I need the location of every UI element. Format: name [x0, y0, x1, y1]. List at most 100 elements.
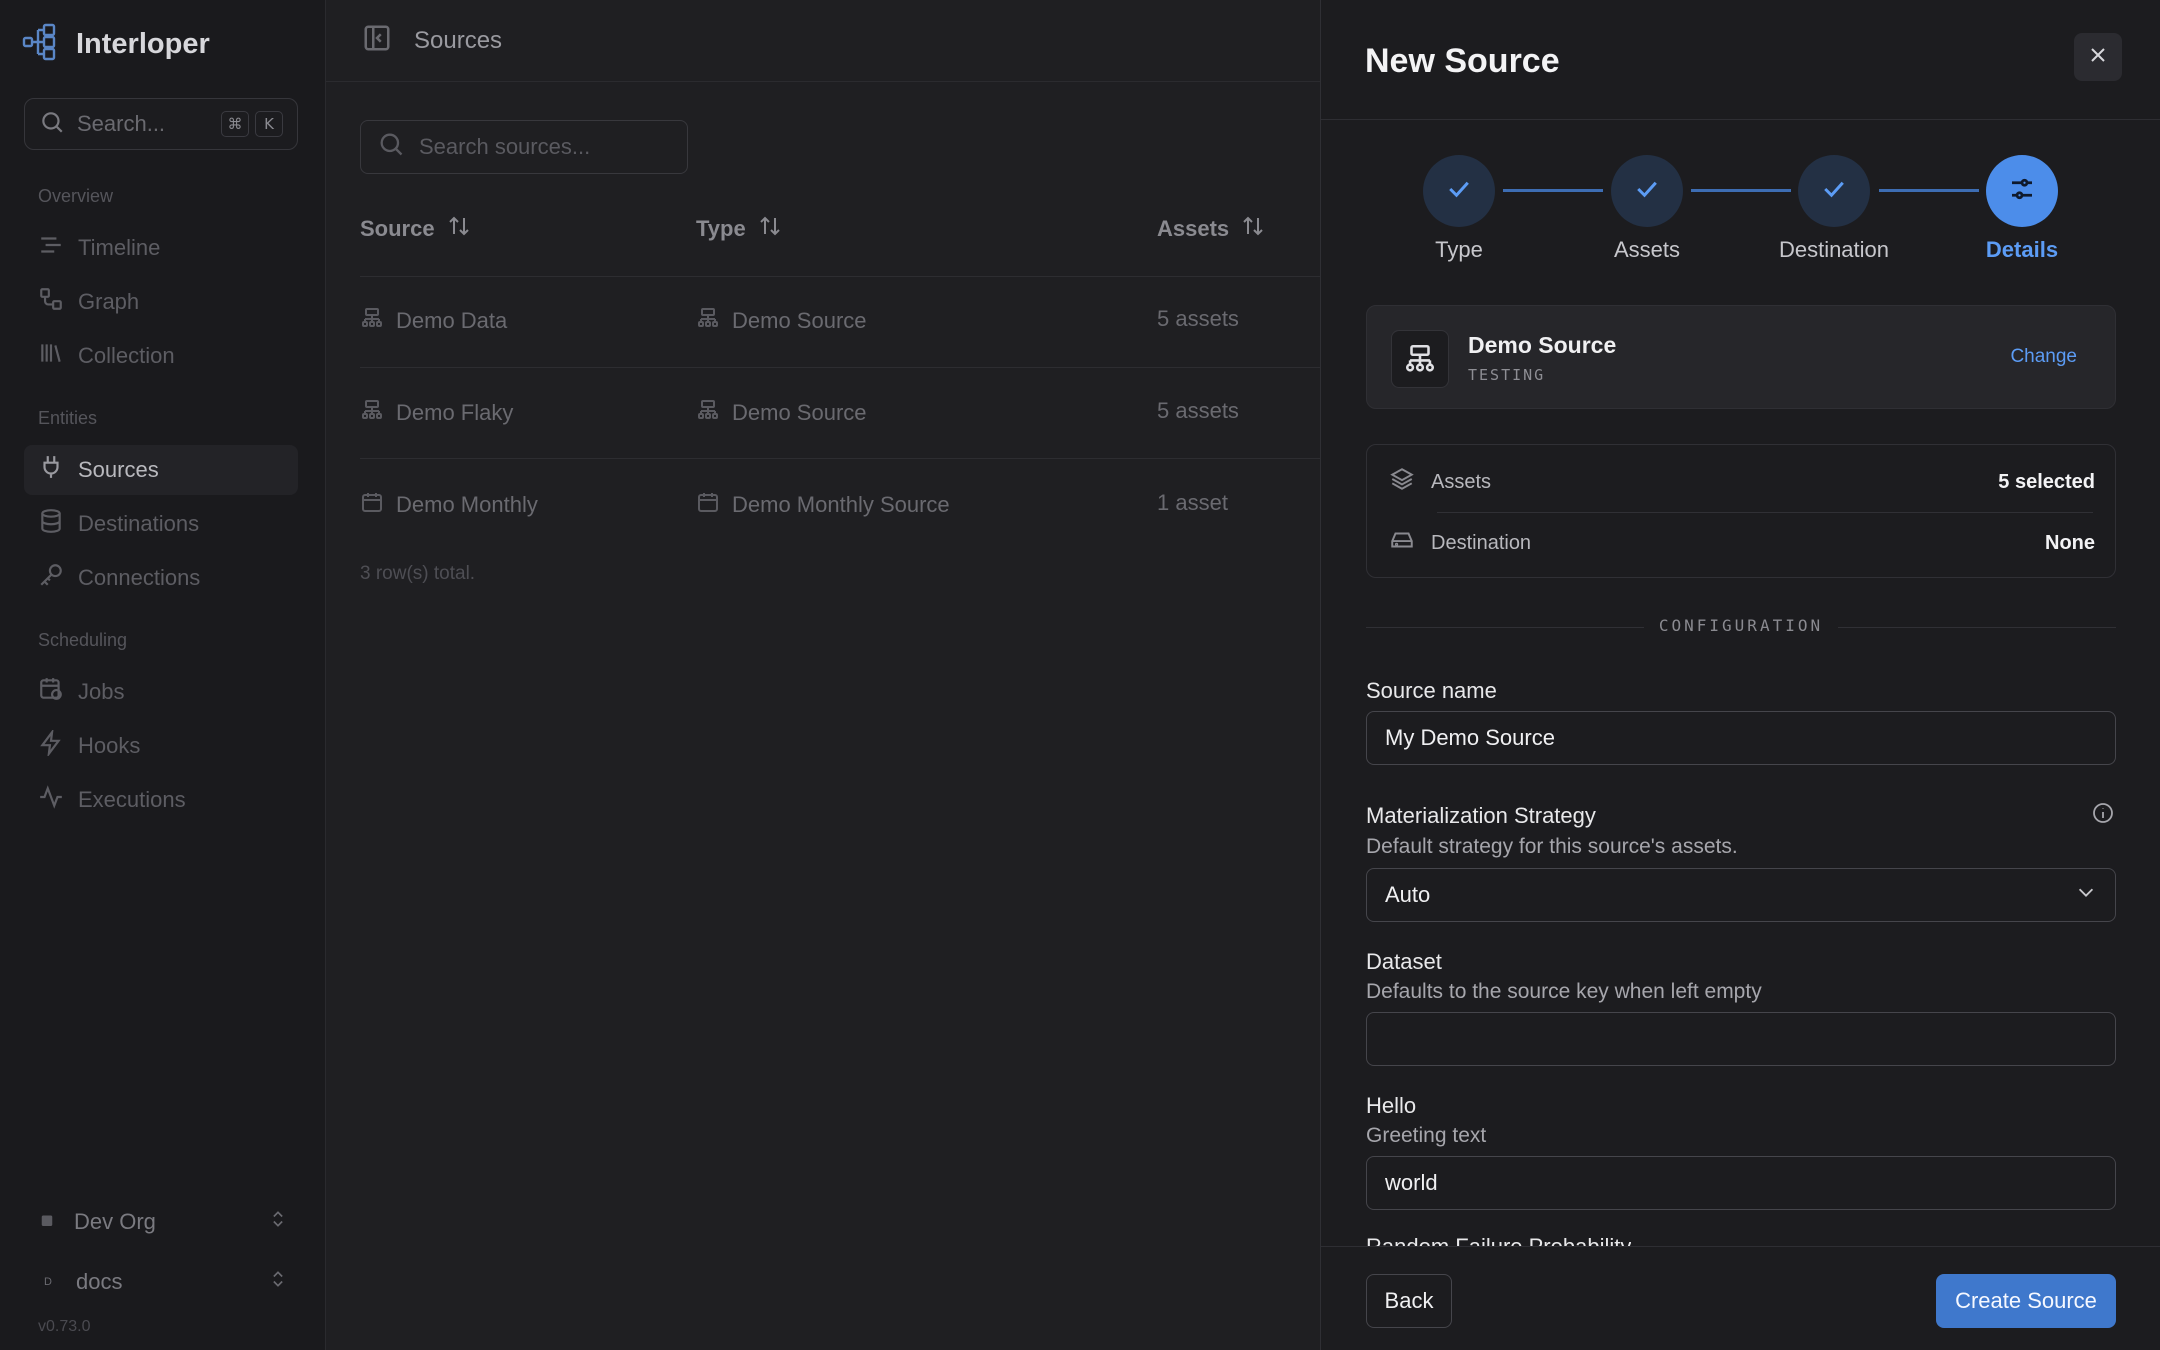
info-icon[interactable] — [2091, 801, 2115, 830]
dataset-label: Dataset — [1366, 949, 1442, 974]
step-label: Destination — [1778, 237, 1890, 262]
close-icon — [2086, 43, 2110, 72]
sidebar-item-jobs[interactable]: Jobs — [24, 667, 298, 717]
search-icon — [377, 130, 405, 164]
network-logo-icon — [22, 22, 64, 67]
step-circle — [1986, 155, 2058, 227]
strategy-value: Auto — [1385, 882, 1431, 907]
network-icon — [696, 306, 720, 336]
sidebar-item-label: Graph — [78, 289, 140, 314]
sliders-icon — [2007, 174, 2037, 209]
cell-assets: 5 assets — [1157, 398, 1239, 423]
drawer-footer: Back Create Source — [1321, 1246, 2160, 1350]
strategy-select[interactable]: Auto — [1366, 868, 2116, 922]
chevron-down-icon — [2075, 881, 2097, 909]
column-header-source[interactable]: Source — [360, 214, 471, 244]
workspace-name: docs — [76, 1269, 123, 1294]
sources-search-input[interactable]: Search sources... — [360, 120, 688, 174]
strategy-help: Default strategy for this source's asset… — [1366, 835, 1738, 858]
sidebar-item-label: Hooks — [78, 733, 141, 758]
hello-help: Greeting text — [1366, 1124, 1487, 1147]
column-label: Type — [696, 216, 746, 241]
dataset-input[interactable] — [1366, 1012, 2116, 1066]
graph-icon — [38, 286, 64, 318]
source-type: Demo Source — [732, 308, 867, 333]
divider — [360, 276, 1360, 277]
row-count: 3 row(s) total. — [360, 563, 476, 584]
dataset-help: Defaults to the source key when left emp… — [1366, 980, 1762, 1003]
change-source-link[interactable]: Change — [2010, 346, 2077, 368]
hello-input[interactable]: world — [1366, 1156, 2116, 1210]
nav-group-scheduling: Scheduling — [38, 630, 128, 650]
sidebar-item-hooks[interactable]: Hooks — [24, 721, 298, 771]
step-destination[interactable]: Destination — [1774, 155, 1894, 263]
sidebar-search-input[interactable]: Search... ⌘ K — [24, 98, 298, 150]
create-source-button[interactable]: Create Source — [1936, 1274, 2116, 1328]
cell-assets: 5 assets — [1157, 306, 1239, 331]
source-name: Demo Data — [396, 308, 508, 333]
search-icon — [39, 109, 65, 140]
nav-group-overview: Overview — [38, 186, 114, 206]
step-type[interactable]: Type — [1399, 155, 1519, 263]
source-name: Demo Monthly — [396, 492, 538, 517]
source-name: Demo Flaky — [396, 400, 514, 425]
section-label: CONFIGURATION — [1658, 616, 1824, 635]
app-version: v0.73.0 — [38, 1318, 91, 1335]
chevrons-up-down-icon — [268, 1209, 288, 1235]
cell-type: Demo Source — [696, 306, 867, 336]
drawer-title: New Source — [1365, 42, 1560, 80]
hello-label: Hello — [1366, 1093, 1417, 1118]
org-switcher[interactable]: Dev Org — [38, 1200, 288, 1244]
plug-icon — [38, 454, 64, 486]
timeline-icon — [38, 232, 64, 264]
divider — [360, 367, 1360, 368]
strategy-label: Materialization Strategy — [1366, 803, 1596, 828]
sort-icon — [447, 214, 471, 244]
database-icon — [38, 508, 64, 540]
network-icon — [360, 398, 384, 428]
step-circle — [1611, 155, 1683, 227]
sidebar-item-collection[interactable]: Collection — [24, 331, 298, 381]
sidebar-item-label: Executions — [78, 787, 186, 812]
brand[interactable]: Interloper — [22, 22, 210, 67]
step-details[interactable]: Details — [1962, 155, 2082, 263]
back-button[interactable]: Back — [1366, 1274, 1452, 1328]
column-header-assets[interactable]: Assets — [1157, 214, 1265, 244]
workspace-switcher[interactable]: D docs — [38, 1260, 288, 1304]
column-label: Source — [360, 216, 435, 241]
summary-label: Assets — [1431, 470, 1492, 493]
sidebar-item-graph[interactable]: Graph — [24, 277, 298, 327]
close-button[interactable] — [2074, 33, 2122, 81]
selected-source-card: Demo Source TESTING Change — [1366, 305, 2116, 409]
sidebar-item-sources[interactable]: Sources — [24, 445, 298, 495]
hard-drive-icon — [1389, 527, 1415, 559]
source-name-label: Source name — [1366, 678, 1497, 703]
sidebar-item-label: Destinations — [78, 511, 200, 536]
library-icon — [38, 340, 64, 372]
step-assets[interactable]: Assets — [1587, 155, 1707, 263]
step-label: Assets — [1613, 237, 1681, 262]
column-header-type[interactable]: Type — [696, 214, 782, 244]
sidebar-item-executions[interactable]: Executions — [24, 775, 298, 825]
cell-assets: 1 asset — [1157, 490, 1228, 515]
divider — [360, 458, 1360, 459]
check-icon — [1444, 174, 1474, 209]
source-type-tag: TESTING — [1468, 366, 1546, 384]
sort-icon — [758, 214, 782, 244]
sidebar-item-timeline[interactable]: Timeline — [24, 223, 298, 273]
sidebar-toggle-icon[interactable] — [362, 23, 392, 58]
cell-type: Demo Source — [696, 398, 867, 428]
zap-icon — [38, 728, 64, 762]
workspace-badge: D — [44, 1276, 52, 1288]
k-key: K — [255, 111, 283, 137]
sidebar-item-label: Jobs — [78, 679, 125, 704]
sidebar-item-connections[interactable]: Connections — [24, 553, 298, 603]
summary-value: None — [2045, 531, 2095, 554]
source-name-input[interactable]: My Demo Source — [1366, 711, 2116, 765]
cell-type: Demo Monthly Source — [696, 490, 950, 520]
new-source-drawer: New Source Type Assets Destination Detai… — [1320, 0, 2160, 1350]
sidebar-item-destinations[interactable]: Destinations — [24, 499, 298, 549]
check-icon — [1819, 174, 1849, 209]
summary-destination: Destination None — [1389, 515, 2095, 571]
app-name: Interloper — [76, 28, 210, 60]
